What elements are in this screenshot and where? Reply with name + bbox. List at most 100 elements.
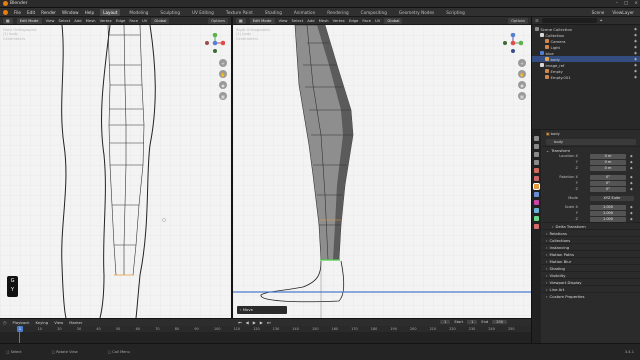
location-y-field[interactable]: 0 m [590,159,626,165]
left-menu-face[interactable]: Face [129,18,138,23]
visibility-eye-icon[interactable]: ◉ [634,45,637,49]
right-viewport-canvas[interactable] [233,25,531,318]
visibility-eye-icon[interactable]: ◉ [634,69,637,73]
panel-header[interactable]: › Motion Blur [542,257,640,264]
visibility-eye-icon[interactable]: ◉ [634,39,637,43]
panel-header[interactable]: › Instancing [542,243,640,250]
location-x-field[interactable]: 0 m [590,153,626,159]
material-tab-icon[interactable] [534,224,539,229]
render-tab-icon[interactable] [534,144,539,149]
left-menu-edge[interactable]: Edge [116,18,126,23]
panel-header[interactable]: › Shading [542,264,640,271]
scale-z-field[interactable]: 1.000 [590,216,626,222]
right-options-button[interactable]: Options [508,17,528,24]
object-tab-icon[interactable] [533,183,540,190]
visibility-eye-icon[interactable]: ◉ [634,63,637,67]
timeline-menu-keying[interactable]: Keying [35,320,48,325]
pan-hand-icon[interactable]: ✋ [219,70,227,78]
keyframe-icon[interactable]: ◆ [630,160,633,164]
right-menu-uv[interactable]: UV [375,18,380,23]
right-menu-select[interactable]: Select [292,18,304,23]
jump-start-icon[interactable]: ⏮ [238,320,242,325]
left-mode-dropdown[interactable]: Edit Mode [16,17,42,24]
keyframe-icon[interactable]: ◆ [630,211,633,215]
left-viewport-canvas[interactable] [0,25,231,318]
panel-header[interactable]: › Delta Transform [542,222,640,229]
zoom-icon[interactable]: + [219,59,227,67]
object-name-field[interactable]: body [546,139,636,145]
visibility-eye-icon[interactable]: ◉ [634,51,637,55]
keyframe-icon[interactable]: ◆ [630,205,633,209]
left-menu-vertex[interactable]: Vertex [100,18,112,23]
right-menu-face[interactable]: Face [362,18,371,23]
camera-view-icon[interactable]: ◉ [219,81,227,89]
close-icon[interactable]: × [634,1,638,6]
panel-header[interactable]: › Motion Paths [542,250,640,257]
rotation-x-field[interactable]: 0° [590,174,626,180]
playhead[interactable]: 1 [17,326,23,332]
panel-header[interactable]: › Custom Properties [542,292,640,299]
view-layer-tab-icon[interactable] [534,160,539,165]
left-3d-viewport[interactable]: Front Orthographic (1) body Centimeters … [0,25,231,318]
pan-hand-icon[interactable]: ✋ [518,70,526,78]
menu-edit[interactable]: Edit [27,10,35,15]
keyframe-icon[interactable]: ◆ [630,217,633,221]
visibility-eye-icon[interactable]: ◉ [634,75,637,79]
timeline-menu-view[interactable]: View [54,320,63,325]
data-tab-icon[interactable] [534,216,539,221]
particles-tab-icon[interactable] [534,200,539,205]
outliner-type-icon[interactable]: ☰ [535,18,539,23]
ortho-grid-icon[interactable]: ▦ [518,92,526,100]
scale-x-field[interactable]: 1.000 [590,204,626,210]
visibility-eye-icon[interactable]: ◉ [634,33,637,37]
blender-menu-icon[interactable] [3,9,8,15]
transform-panel-header[interactable]: ⌄ Transform [542,146,640,153]
left-navigation-gizmo[interactable] [205,33,225,53]
camera-view-icon[interactable]: ◉ [518,81,526,89]
right-mode-dropdown[interactable]: Edit Mode [249,17,275,24]
world-tab-icon[interactable] [534,176,539,181]
right-menu-view[interactable]: View [279,18,288,23]
rotation-mode-field[interactable]: XYZ Euler [590,195,634,201]
tool-tab-icon[interactable] [534,136,539,141]
workspace-tab-scripting[interactable]: Scripting [443,9,468,16]
workspace-tab-rendering[interactable]: Rendering [324,9,351,16]
workspace-tab-sculpting[interactable]: Sculpting [157,9,183,16]
keyframe-icon[interactable]: ◆ [630,181,633,185]
workspace-tab-modeling[interactable]: Modeling [126,9,151,16]
timeline-editor-icon[interactable]: ◷ [3,320,7,325]
editor-type-icon[interactable]: ▦ [3,17,13,24]
menu-render[interactable]: Render [41,10,56,15]
left-menu-select[interactable]: Select [59,18,71,23]
scene-tab-icon[interactable] [534,168,539,173]
ortho-grid-icon[interactable]: ▦ [219,92,227,100]
right-menu-vertex[interactable]: Vertex [333,18,345,23]
prev-key-icon[interactable]: ◀ [246,320,249,325]
keyframe-icon[interactable]: ◆ [630,154,633,158]
timeline-menu-playback[interactable]: Playback [13,320,30,325]
minimize-icon[interactable]: – [616,1,618,6]
output-tab-icon[interactable] [534,152,539,157]
timeline-ruler[interactable]: 0102030405060708090100110120130140150160… [0,326,531,332]
workspace-tab-uv-editing[interactable]: UV Editing [189,9,217,16]
visibility-eye-icon[interactable]: ◉ [634,27,637,31]
scale-y-field[interactable]: 1.000 [590,210,626,216]
left-menu-uv[interactable]: UV [142,18,147,23]
timeline-menu-marker[interactable]: Marker [69,320,82,325]
timeline[interactable]: 0102030405060708090100110120130140150160… [0,326,531,343]
right-navigation-gizmo[interactable] [503,33,523,53]
workspace-tab-layout[interactable]: Layout [100,8,121,16]
physics-tab-icon[interactable] [534,208,539,213]
panel-header[interactable]: › Viewport Display [542,278,640,285]
rotation-z-field[interactable]: 0° [590,186,626,192]
outliner-search-input[interactable] [541,18,597,23]
menu-file[interactable]: File [14,10,21,15]
jump-end-icon[interactable]: ⏭ [267,320,271,325]
start-frame-field[interactable]: 1 [467,320,478,324]
rotation-y-field[interactable]: 0° [590,180,626,186]
location-z-field[interactable]: 0 m [590,165,626,171]
play-icon[interactable]: ▶ [253,320,256,325]
outliner-item[interactable]: Empty.001 ◉ [532,74,640,80]
left-menu-mesh[interactable]: Mesh [86,18,96,23]
next-key-icon[interactable]: ▶ [260,320,263,325]
